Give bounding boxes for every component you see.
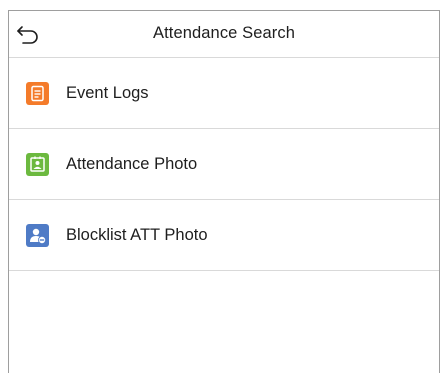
menu-item-label: Blocklist ATT Photo (66, 226, 208, 244)
user-block-icon (26, 224, 49, 247)
menu-item-label: Attendance Photo (66, 155, 198, 173)
attendance-search-screen: Attendance Search Event Logs Attendance … (8, 10, 440, 373)
menu-item-label: Event Logs (66, 84, 149, 102)
menu-item-blocklist-att-photo[interactable]: Blocklist ATT Photo (9, 200, 439, 271)
menu-item-event-logs[interactable]: Event Logs (9, 58, 439, 129)
page-title: Attendance Search (152, 24, 296, 42)
header-bar: Attendance Search (9, 11, 439, 58)
document-icon (26, 82, 49, 105)
menu-item-attendance-photo[interactable]: Attendance Photo (9, 129, 439, 200)
photo-frame-icon (26, 153, 49, 176)
